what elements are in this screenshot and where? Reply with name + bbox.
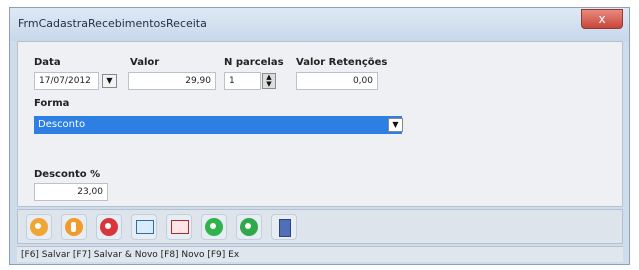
forma-label: Forma [34, 98, 70, 109]
orange-action-button[interactable] [26, 214, 52, 240]
green-back-icon [205, 218, 223, 236]
parcelas-field[interactable]: 1 [224, 72, 261, 90]
forma-dropdown-button[interactable]: ▼ [388, 118, 403, 132]
window-button[interactable] [131, 214, 157, 240]
spin-arrows-icon: ▲ ▼ [266, 73, 272, 88]
valor-field[interactable]: 29,90 [128, 72, 216, 90]
close-button[interactable]: x [581, 9, 623, 29]
parcelas-label: N parcelas [224, 57, 284, 68]
dropdown-arrow-icon: ▼ [106, 76, 113, 85]
title-bar: FrmCadastraRecebimentosReceita x [10, 8, 629, 41]
back-button[interactable] [201, 214, 227, 240]
exit-door-icon [279, 219, 291, 237]
toolbar [17, 209, 623, 244]
forma-select[interactable]: Desconto [34, 116, 402, 134]
form-client-area: Data Valor N parcelas Valor Retenções 17… [17, 41, 623, 207]
red-circle-icon [100, 218, 118, 236]
clock-orange-icon [65, 218, 83, 236]
delete-button[interactable] [96, 214, 122, 240]
window-arrow-red-icon [171, 220, 189, 234]
forma-selected-value: Desconto [38, 119, 86, 130]
valor-label: Valor [130, 57, 160, 68]
window-red-button[interactable] [166, 214, 192, 240]
status-bar: [F6] Salvar [F7] Salvar & Novo [F8] Novo… [17, 246, 623, 262]
desconto-label: Desconto % [34, 169, 101, 180]
window-title: FrmCadastraRecebimentosReceita [18, 17, 207, 30]
green-forward-icon [240, 218, 258, 236]
retencoes-field[interactable]: 0,00 [296, 72, 378, 90]
parcelas-spin-button[interactable]: ▲ ▼ [262, 73, 276, 89]
dropdown-arrow-icon: ▼ [392, 120, 399, 129]
data-dropdown-button[interactable]: ▼ [102, 74, 117, 88]
data-label: Data [34, 57, 61, 68]
desconto-field[interactable]: 23,00 [34, 183, 108, 201]
retencoes-label: Valor Retenções [296, 57, 388, 68]
clock-action-button[interactable] [61, 214, 87, 240]
window-arrow-icon [136, 220, 154, 234]
forward-button[interactable] [236, 214, 262, 240]
exit-button[interactable] [271, 214, 297, 240]
orange-circle-icon [30, 218, 48, 236]
data-field[interactable]: 17/07/2012 [34, 72, 99, 90]
app-window: FrmCadastraRecebimentosReceita x Data Va… [9, 7, 630, 265]
